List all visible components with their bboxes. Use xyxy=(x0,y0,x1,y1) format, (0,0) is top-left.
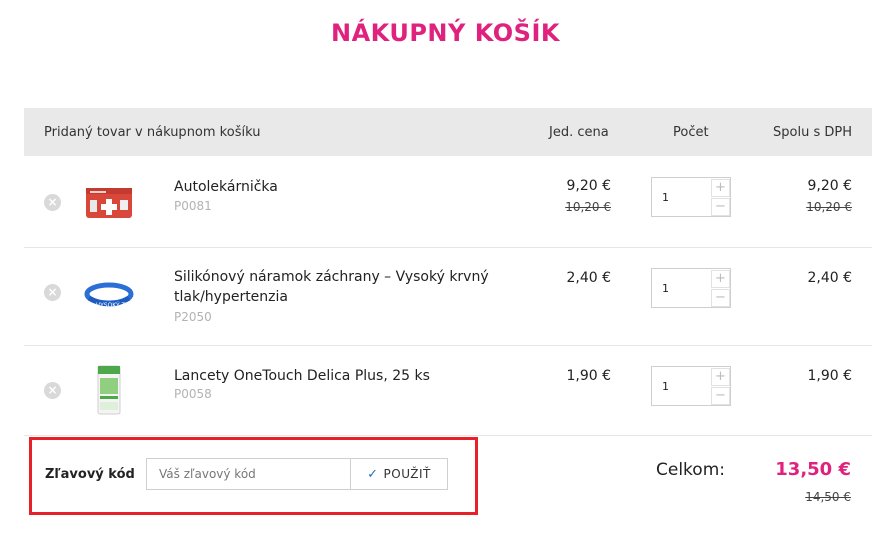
header-total: Spolu s DPH xyxy=(773,125,852,140)
product-name[interactable]: Lancety OneTouch Delica Plus, 25 ks xyxy=(174,366,514,386)
old-unit-price: 10,20 € xyxy=(565,200,611,214)
quantity-increase-button[interactable]: + xyxy=(711,179,730,197)
page-title: NÁKUPNÝ KOŠÍK xyxy=(331,19,560,47)
product-name[interactable]: Autolekárnička xyxy=(174,177,514,197)
line-total: 1,90 € xyxy=(807,368,852,384)
product-name-line: Silikónový náramok záchrany – Vysoký krv… xyxy=(174,269,489,285)
header-unit-price: Jed. cena xyxy=(549,125,609,140)
quantity-stepper: + − xyxy=(651,268,731,308)
discount-code-section: Zľavový kód ✓ POUŽIŤ xyxy=(29,437,478,515)
quantity-increase-button[interactable]: + xyxy=(711,368,730,386)
cart-row: × Lancety OneTouch Delica Plus, 25 ks P0… xyxy=(24,346,872,436)
quantity-increase-button[interactable]: + xyxy=(711,270,730,288)
quantity-input[interactable] xyxy=(652,178,710,216)
discount-code-input[interactable] xyxy=(146,458,351,490)
unit-price: 1,90 € xyxy=(566,368,611,384)
discount-code-label: Zľavový kód xyxy=(45,467,135,482)
quantity-stepper: + − xyxy=(651,177,731,217)
product-thumbnail-silicone-bracelet[interactable]: VYSOKÝ TLAK xyxy=(84,274,138,318)
product-code: P0058 xyxy=(174,387,212,401)
quantity-input[interactable] xyxy=(652,367,710,405)
apply-discount-label: POUŽIŤ xyxy=(383,467,431,481)
remove-item-icon[interactable]: × xyxy=(44,382,61,399)
header-quantity: Počet xyxy=(673,125,709,140)
total-price: 13,50 € xyxy=(775,459,851,480)
cart-row: × Autolekárnička P0081 9,20 € 10,20 € + … xyxy=(24,156,872,248)
quantity-decrease-button[interactable]: − xyxy=(711,387,730,405)
unit-price: 2,40 € xyxy=(566,270,611,286)
header-product: Pridaný tovar v nákupnom košíku xyxy=(44,125,261,140)
quantity-input[interactable] xyxy=(652,269,710,307)
check-icon: ✓ xyxy=(367,466,379,482)
product-code: P2050 xyxy=(174,310,212,324)
product-thumbnail-lancet-box[interactable] xyxy=(84,364,134,415)
unit-price: 9,20 € xyxy=(566,178,611,194)
old-total-price: 14,50 € xyxy=(805,490,851,504)
cart-table-header: Pridaný tovar v nákupnom košíku Jed. cen… xyxy=(24,108,872,156)
apply-discount-button[interactable]: ✓ POUŽIŤ xyxy=(350,458,448,490)
remove-item-icon[interactable]: × xyxy=(44,194,61,211)
cart-row: × VYSOKÝ TLAK Silikónový náramok záchran… xyxy=(24,248,872,346)
quantity-decrease-button[interactable]: − xyxy=(711,289,730,307)
total-label: Celkom: xyxy=(656,460,725,480)
product-name-line: tlak/hypertenzia xyxy=(174,289,288,305)
product-name[interactable]: Silikónový náramok záchrany – Vysoký krv… xyxy=(174,267,514,307)
svg-text:VYSOKÝ TLAK: VYSOKÝ TLAK xyxy=(96,302,134,309)
remove-item-icon[interactable]: × xyxy=(44,284,61,301)
old-line-total: 10,20 € xyxy=(806,200,852,214)
quantity-stepper: + − xyxy=(651,366,731,406)
quantity-decrease-button[interactable]: − xyxy=(711,198,730,216)
product-code: P0081 xyxy=(174,199,212,213)
line-total: 2,40 € xyxy=(807,270,852,286)
line-total: 9,20 € xyxy=(807,178,852,194)
product-thumbnail-first-aid-kit[interactable] xyxy=(84,180,134,224)
